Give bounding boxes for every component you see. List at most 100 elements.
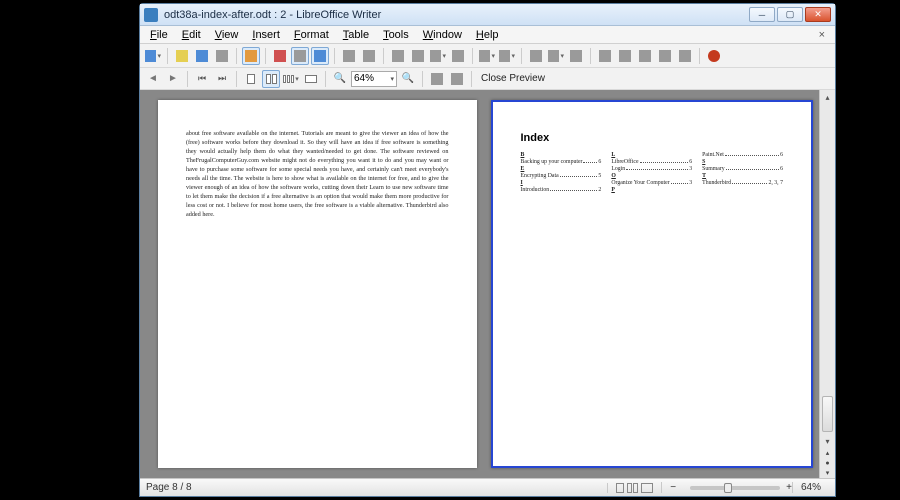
- table-button[interactable]: [547, 47, 565, 65]
- save-button[interactable]: [193, 47, 211, 65]
- gallery-button[interactable]: [636, 47, 654, 65]
- maximize-button[interactable]: ▢: [777, 7, 803, 22]
- view-book-icon: [641, 483, 653, 493]
- menu-help[interactable]: Help: [470, 28, 505, 42]
- print-button[interactable]: [291, 47, 309, 65]
- index-heading: T: [702, 173, 783, 179]
- menu-table[interactable]: Table: [337, 28, 375, 42]
- undo-button[interactable]: [478, 47, 496, 65]
- index-entry: Backing up your computer6: [521, 159, 602, 165]
- arrow-left-icon: ◄: [148, 73, 158, 84]
- index-entry: LibreOffice6: [611, 159, 692, 165]
- paste-button[interactable]: [429, 47, 447, 65]
- window-title: odt38a-index-after.odt : 2 - LibreOffice…: [164, 9, 749, 21]
- status-viewmode[interactable]: [607, 483, 661, 493]
- prev-page-button[interactable]: ◄: [144, 70, 162, 88]
- vertical-scrollbar[interactable]: ▴ ▾ ▴ ● ▾: [819, 90, 835, 478]
- new-button[interactable]: [144, 47, 162, 65]
- page-left-text: about free software available on the int…: [186, 130, 449, 220]
- page-view[interactable]: about free software available on the int…: [140, 90, 835, 478]
- hyperlink-button[interactable]: [527, 47, 545, 65]
- index-entry: Introduction2: [521, 187, 602, 193]
- last-page-button[interactable]: ⏭: [213, 70, 231, 88]
- index-columns: BBacking up your computer6EEncrypting Da…: [521, 152, 784, 193]
- redo-button[interactable]: [498, 47, 516, 65]
- print-options-button[interactable]: [448, 70, 466, 88]
- first-page-button[interactable]: ⏮: [193, 70, 211, 88]
- single-page-button[interactable]: [242, 70, 260, 88]
- status-page: Page 8 / 8: [146, 482, 192, 493]
- show-draw-button[interactable]: [567, 47, 585, 65]
- zoom-in-icon: 🔍: [402, 73, 414, 84]
- autospell-button[interactable]: [360, 47, 378, 65]
- index-entry: Summary6: [702, 166, 783, 172]
- app-icon: [144, 8, 158, 22]
- zoom-in-button[interactable]: 🔍: [399, 70, 417, 88]
- zoom-combo[interactable]: 64%▾: [351, 71, 397, 87]
- index-heading: P: [611, 187, 692, 193]
- multi-page-button[interactable]: [282, 70, 300, 88]
- index-heading: L: [611, 152, 692, 158]
- menu-window[interactable]: Window: [417, 28, 468, 42]
- format-paintbrush-button[interactable]: [449, 47, 467, 65]
- index-heading: S: [702, 159, 783, 165]
- data-sources-button[interactable]: [656, 47, 674, 65]
- zoom-out-icon: 🔍: [334, 73, 346, 84]
- nonprinting-button[interactable]: [676, 47, 694, 65]
- spellcheck-button[interactable]: [340, 47, 358, 65]
- menu-tools[interactable]: Tools: [377, 28, 415, 42]
- index-heading: O: [611, 173, 692, 179]
- scroll-track[interactable]: [820, 104, 835, 434]
- index-entry: Thunderbird2, 3, 7: [702, 180, 783, 186]
- menu-format[interactable]: Format: [288, 28, 335, 42]
- index-title: Index: [521, 132, 784, 144]
- navigator-button[interactable]: [616, 47, 634, 65]
- scroll-up-button[interactable]: ▴: [821, 90, 835, 104]
- zoom-slider-knob[interactable]: [724, 483, 732, 493]
- nav-select-button[interactable]: ●: [822, 458, 834, 468]
- titlebar: odt38a-index-after.odt : 2 - LibreOffice…: [140, 4, 835, 26]
- zoom-factor-button[interactable]: [705, 47, 723, 65]
- close-button[interactable]: ✕: [805, 7, 831, 22]
- page-right: Index BBacking up your computer6EEncrypt…: [491, 100, 814, 468]
- book-preview-button[interactable]: [302, 70, 320, 88]
- zoom-slider[interactable]: [690, 486, 780, 490]
- export-pdf-button[interactable]: [271, 47, 289, 65]
- app-window: odt38a-index-after.odt : 2 - LibreOffice…: [139, 3, 836, 497]
- arrow-right-icon: ►: [168, 73, 178, 84]
- preview-toolbar: ◄ ► ⏮ ⏭ 🔍 64%▾ 🔍 Close Preview: [140, 68, 835, 90]
- open-button[interactable]: [173, 47, 191, 65]
- edit-file-button[interactable]: [242, 47, 260, 65]
- main-toolbar: [140, 44, 835, 68]
- menu-view[interactable]: View: [209, 28, 245, 42]
- full-screen-button[interactable]: [428, 70, 446, 88]
- email-button[interactable]: [213, 47, 231, 65]
- scroll-down-button[interactable]: ▾: [821, 434, 835, 448]
- status-zoom-value[interactable]: 64%: [792, 482, 829, 493]
- last-page-icon: ⏭: [218, 73, 226, 84]
- close-preview-button[interactable]: Close Preview: [477, 73, 549, 84]
- find-button[interactable]: [596, 47, 614, 65]
- index-heading: B: [521, 152, 602, 158]
- nav-next-button[interactable]: ▾: [822, 468, 834, 478]
- index-entry: Paint.Net6: [702, 152, 783, 158]
- index-heading: I: [521, 180, 602, 186]
- scroll-thumb[interactable]: [822, 396, 833, 432]
- document-close-button[interactable]: ×: [813, 29, 831, 41]
- index-heading: E: [521, 166, 602, 172]
- status-zoom-minus[interactable]: −: [661, 482, 684, 493]
- copy-button[interactable]: [409, 47, 427, 65]
- next-page-button[interactable]: ►: [164, 70, 182, 88]
- zoom-out-button[interactable]: 🔍: [331, 70, 349, 88]
- minimize-button[interactable]: ─: [749, 7, 775, 22]
- index-entry: Organize Your Computer3: [611, 180, 692, 186]
- view-single-icon: [616, 483, 624, 493]
- menu-file[interactable]: File: [144, 28, 174, 42]
- cut-button[interactable]: [389, 47, 407, 65]
- menu-edit[interactable]: Edit: [176, 28, 207, 42]
- statusbar: Page 8 / 8 − + 64%: [140, 478, 835, 496]
- two-pages-button[interactable]: [262, 70, 280, 88]
- print-preview-button[interactable]: [311, 47, 329, 65]
- menu-insert[interactable]: Insert: [246, 28, 286, 42]
- nav-prev-button[interactable]: ▴: [822, 448, 834, 458]
